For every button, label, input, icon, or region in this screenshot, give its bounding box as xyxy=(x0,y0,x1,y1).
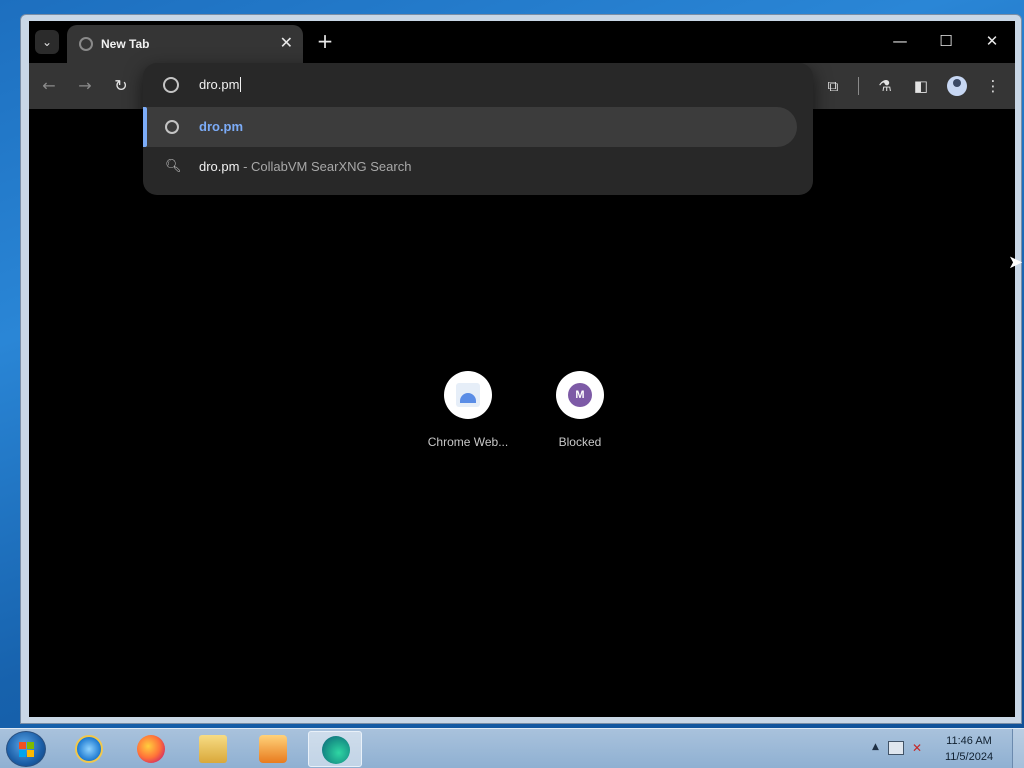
address-bar[interactable]: dro.pm xyxy=(143,63,813,107)
shortcut-tile: M xyxy=(556,371,604,419)
shortcut-blocked[interactable]: M Blocked xyxy=(525,371,635,449)
show-desktop-button[interactable] xyxy=(1012,729,1024,768)
internet-explorer-icon xyxy=(75,735,103,763)
windows-explorer-taskbar-button[interactable] xyxy=(186,731,240,767)
suggestion-search-text: dro.pm - CollabVM SearXNG Search xyxy=(199,159,412,174)
mouse-pointer-icon: ➤ xyxy=(1008,252,1024,273)
system-tray: ▲ ✕ 11:46 AM 11/5/2024 xyxy=(864,729,1024,768)
firefox-taskbar-button[interactable] xyxy=(124,731,178,767)
taskbar: ▲ ✕ 11:46 AM 11/5/2024 xyxy=(0,728,1024,768)
web-store-icon xyxy=(456,383,480,407)
start-button[interactable] xyxy=(6,731,46,767)
maximize-button[interactable]: ☐ xyxy=(923,29,969,53)
close-tab-icon[interactable]: ✕ xyxy=(280,34,293,52)
search-icon: 🔍︎ xyxy=(165,159,182,174)
tab-new-tab[interactable]: New Tab ✕ xyxy=(67,25,303,63)
suggestion-search[interactable]: 🔍︎ dro.pm - CollabVM SearXNG Search xyxy=(143,147,797,187)
clock-time: 11:46 AM xyxy=(946,735,992,747)
media-player-icon xyxy=(259,735,287,763)
profile-avatar-icon[interactable] xyxy=(945,75,969,97)
network-icon[interactable] xyxy=(888,741,904,755)
folder-icon xyxy=(199,735,227,763)
show-hidden-icons-icon[interactable]: ▲ xyxy=(872,742,879,752)
new-tab-button[interactable]: + xyxy=(313,29,337,53)
media-player-taskbar-button[interactable] xyxy=(246,731,300,767)
letter-avatar-icon: M xyxy=(568,383,592,407)
suggestion-url-text: dro.pm xyxy=(199,119,244,134)
globe-icon xyxy=(79,37,93,51)
tab-strip: ⌄ New Tab ✕ + — ☐ ✕ xyxy=(29,21,1015,63)
close-window-button[interactable]: ✕ xyxy=(969,29,1015,53)
back-button[interactable]: ← xyxy=(37,75,61,97)
more-menu-icon[interactable]: ⋮ xyxy=(981,75,1005,97)
volume-muted-icon[interactable]: ✕ xyxy=(912,741,928,755)
clock[interactable]: 11:46 AM 11/5/2024 xyxy=(934,733,1004,765)
omnibox-dropdown: dro.pm dro.pm 🔍︎ dro.pm - CollabVM SearX… xyxy=(143,63,813,195)
shortcut-tile xyxy=(444,371,492,419)
address-input[interactable]: dro.pm xyxy=(199,77,242,92)
edge-icon xyxy=(322,736,350,764)
windows-logo-icon xyxy=(19,742,35,758)
suggestion-url[interactable]: dro.pm xyxy=(143,107,797,147)
reload-button[interactable]: ↻ xyxy=(109,75,133,97)
shortcut-label: Blocked xyxy=(558,435,602,449)
tab-title: New Tab xyxy=(101,37,150,51)
globe-icon xyxy=(165,120,179,134)
side-panel-icon[interactable]: ◧ xyxy=(909,75,933,97)
minimize-button[interactable]: — xyxy=(877,29,923,53)
forward-button[interactable]: → xyxy=(73,75,97,97)
shortcut-label: Chrome Web... xyxy=(427,435,509,449)
internet-explorer-taskbar-button[interactable] xyxy=(62,731,116,767)
labs-flask-icon[interactable]: ⚗ xyxy=(873,75,897,97)
text-caret xyxy=(240,77,242,92)
firefox-icon xyxy=(137,735,165,763)
edge-taskbar-button[interactable] xyxy=(308,731,362,767)
tab-search-button[interactable]: ⌄ xyxy=(35,30,59,54)
globe-icon xyxy=(163,77,179,93)
toolbar-divider xyxy=(858,77,859,95)
chevron-down-icon: ⌄ xyxy=(41,35,53,49)
browser-window: ⌄ New Tab ✕ + — ☐ ✕ ← → ↻ ⧉ ⚗ ◧ ⋮ dro.pm… xyxy=(20,14,1022,724)
shortcut-chrome-web-store[interactable]: Chrome Web... xyxy=(413,371,523,449)
browser-content-frame: ⌄ New Tab ✕ + — ☐ ✕ ← → ↻ ⧉ ⚗ ◧ ⋮ dro.pm… xyxy=(29,21,1015,717)
extensions-icon[interactable]: ⧉ xyxy=(821,75,845,97)
clock-date: 11/5/2024 xyxy=(944,751,994,763)
